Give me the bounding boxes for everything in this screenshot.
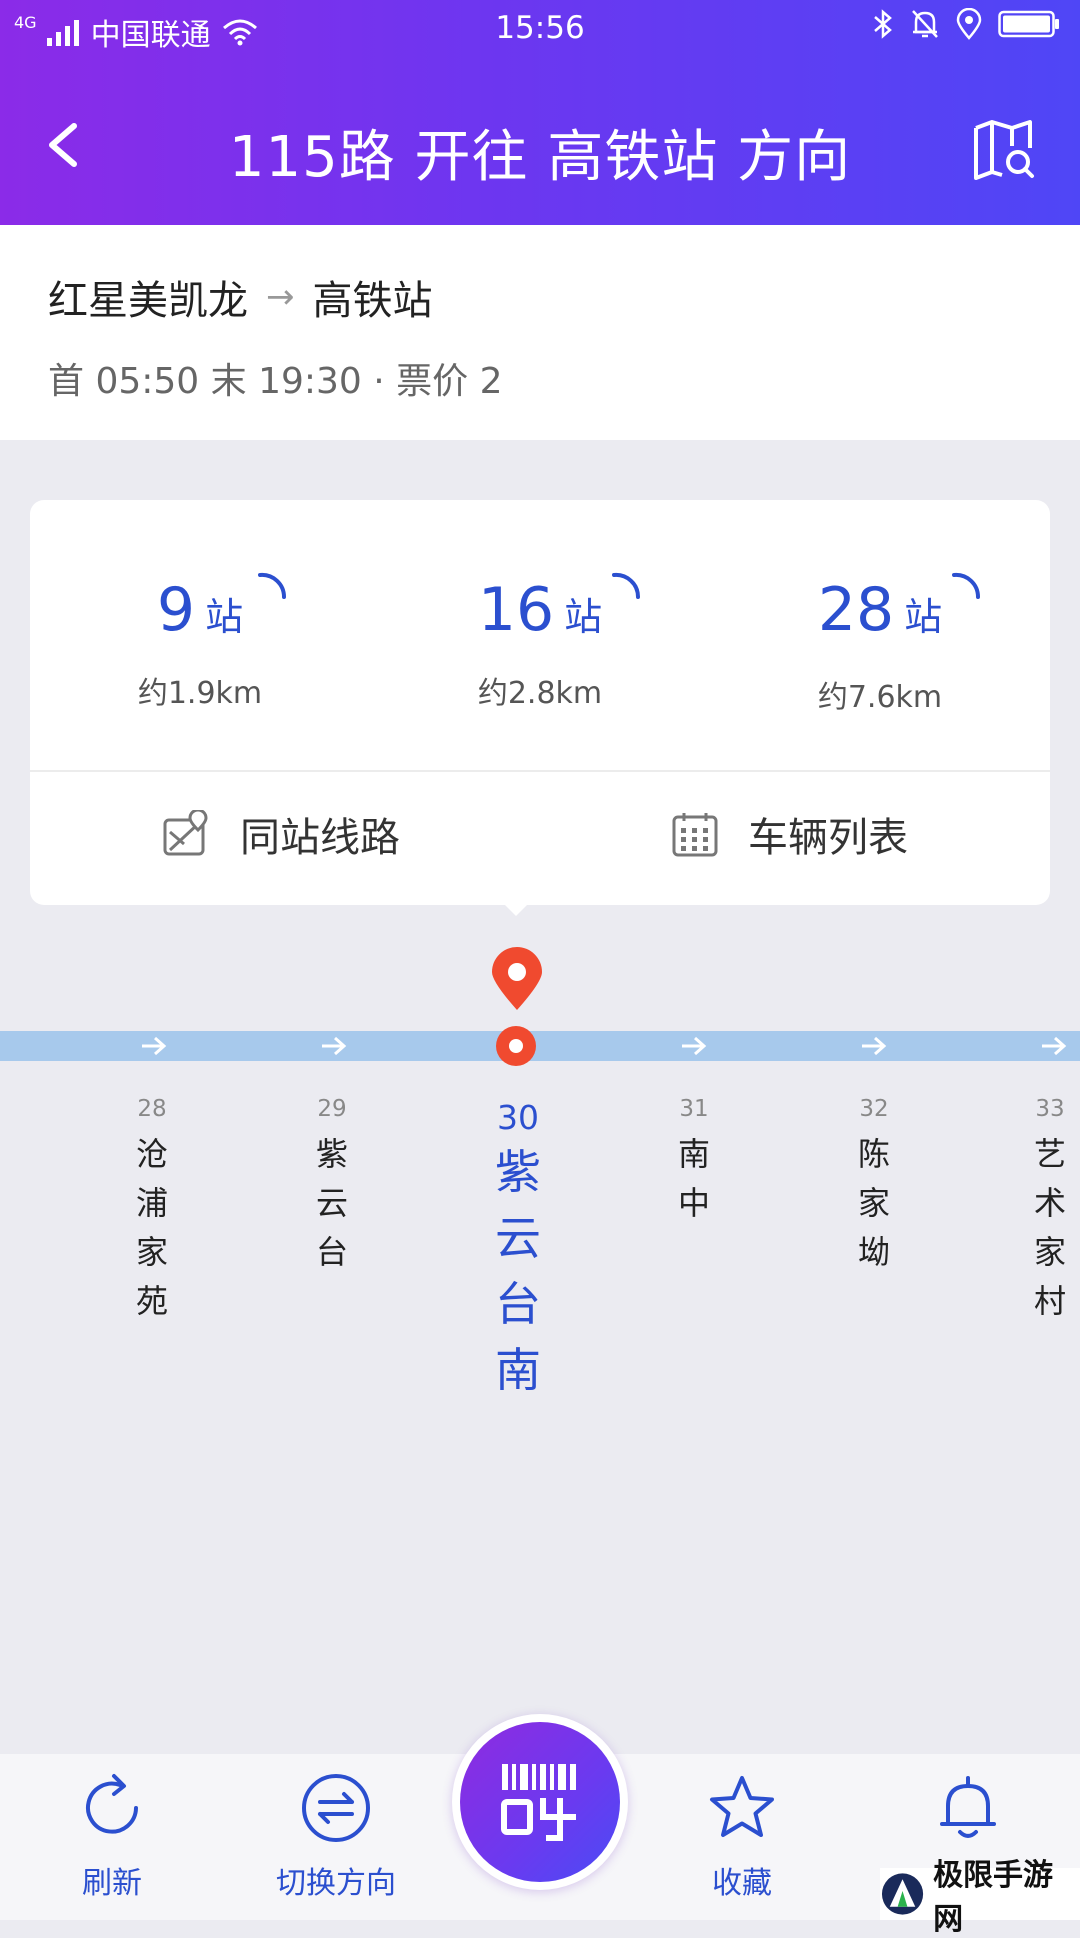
watermark-logo-icon <box>881 1873 924 1915</box>
refresh-icon <box>86 1774 138 1834</box>
page-title: 115路 开往 高铁站 方向 <box>228 125 852 190</box>
route-origin: 红星美凯龙 <box>48 278 248 324</box>
swap-direction-icon <box>302 1774 370 1842</box>
refresh-spinner-icon <box>952 572 981 599</box>
station-item[interactable]: 33 艺术家村 <box>1020 1096 1080 1326</box>
calendar-icon <box>672 813 718 857</box>
status-right <box>872 8 1060 40</box>
location-icon <box>956 8 982 40</box>
switch-direction-button[interactable]: 切换方向 <box>236 1772 436 1902</box>
arrival-distance: 约2.8km <box>477 676 603 711</box>
status-bar: 4G 中国联通 15:56 <box>0 0 1080 56</box>
station-index: 31 <box>679 1096 709 1122</box>
refresh-spinner-icon <box>612 572 641 599</box>
route-endpoints: 红星美凯龙 → 高铁站 <box>48 268 433 326</box>
arrival-distance: 约7.6km <box>817 680 943 715</box>
station-index: 28 <box>137 1096 167 1122</box>
station-index: 32 <box>859 1096 889 1122</box>
station-item[interactable]: 28 沧浦家苑 <box>118 1096 186 1326</box>
station-name: 沧浦家苑 <box>135 1135 168 1320</box>
bell-icon <box>940 1776 996 1838</box>
header: 4G 中国联通 15:56 115路 开往 高铁站 方向 <box>0 0 1080 225</box>
station-item[interactable]: 29 紫云台 <box>298 1096 366 1277</box>
route-summary <box>0 225 1080 440</box>
same-station-lines-button[interactable]: 同站线路 <box>162 805 400 863</box>
station-index: 33 <box>1035 1096 1065 1122</box>
route-arrow-icon: → <box>266 277 295 317</box>
arrival-item-1[interactable]: 9站 <box>30 572 370 645</box>
refresh-spinner-icon <box>258 572 287 599</box>
watermark-text: 极限手游网 <box>933 1858 1054 1937</box>
watermark: 极限手游网 <box>880 1858 1080 1937</box>
vehicle-list-button[interactable]: 车辆列表 <box>672 805 908 863</box>
station-name: 南中 <box>677 1135 710 1222</box>
route-destination: 高铁站 <box>312 278 433 324</box>
bus-code-icon <box>501 1764 576 1841</box>
direction-arrow-icon <box>1042 1036 1067 1056</box>
bluetooth-icon <box>874 9 892 39</box>
arrival-item-3[interactable]: 28 站 <box>710 572 1050 645</box>
arrival-unit: 站 <box>205 595 244 639</box>
star-icon <box>710 1776 774 1837</box>
favorite-label: 收藏 <box>712 1866 772 1901</box>
direction-arrow-icon <box>682 1036 707 1056</box>
station-name: 陈家坳 <box>857 1135 890 1271</box>
mute-bell-icon <box>912 10 938 38</box>
station-item-current[interactable]: 30 紫云台南 <box>478 1098 558 1403</box>
station-name: 紫云台 <box>315 1135 348 1271</box>
current-location-pin-icon <box>492 947 542 1010</box>
reminder-button[interactable] <box>868 1772 1068 1858</box>
station-index: 30 <box>497 1098 539 1137</box>
arrival-stops: 16 <box>477 575 555 645</box>
station-item[interactable]: 31 南中 <box>660 1096 728 1228</box>
station-index: 29 <box>317 1096 347 1122</box>
scan-code-button[interactable] <box>452 1714 628 1890</box>
same-station-lines-label: 同站线路 <box>240 815 400 861</box>
route-schedule-fare: 首 05:50 末 19:30 · 票价 2 <box>48 361 503 402</box>
station-name: 艺术家村 <box>1033 1135 1066 1320</box>
battery-icon <box>998 10 1059 38</box>
station-name: 紫云台南 <box>495 1145 541 1397</box>
refresh-button[interactable]: 刷新 <box>12 1772 212 1902</box>
arrival-distance: 约1.9km <box>137 676 263 711</box>
vehicle-list-label: 车辆列表 <box>748 815 908 861</box>
direction-arrow-icon <box>322 1036 347 1056</box>
direction-arrow-icon <box>862 1036 887 1056</box>
current-station-dot-icon <box>496 1026 536 1066</box>
station-item[interactable]: 32 陈家坳 <box>840 1096 908 1277</box>
arrival-item-2[interactable]: 16 站 <box>370 572 710 645</box>
direction-arrow-icon <box>142 1036 167 1056</box>
favorite-button[interactable]: 收藏 <box>642 1772 842 1902</box>
map-button[interactable] <box>972 118 1036 182</box>
arrival-stops: 9 <box>156 575 196 645</box>
card-notch <box>498 898 534 916</box>
refresh-label: 刷新 <box>82 1866 142 1901</box>
arrival-unit: 站 <box>564 595 603 639</box>
switch-direction-label: 切换方向 <box>276 1866 396 1901</box>
arrival-unit: 站 <box>904 595 943 639</box>
map-route-icon <box>163 810 208 856</box>
card-divider <box>30 770 1050 772</box>
arrival-stops: 28 <box>817 575 895 645</box>
